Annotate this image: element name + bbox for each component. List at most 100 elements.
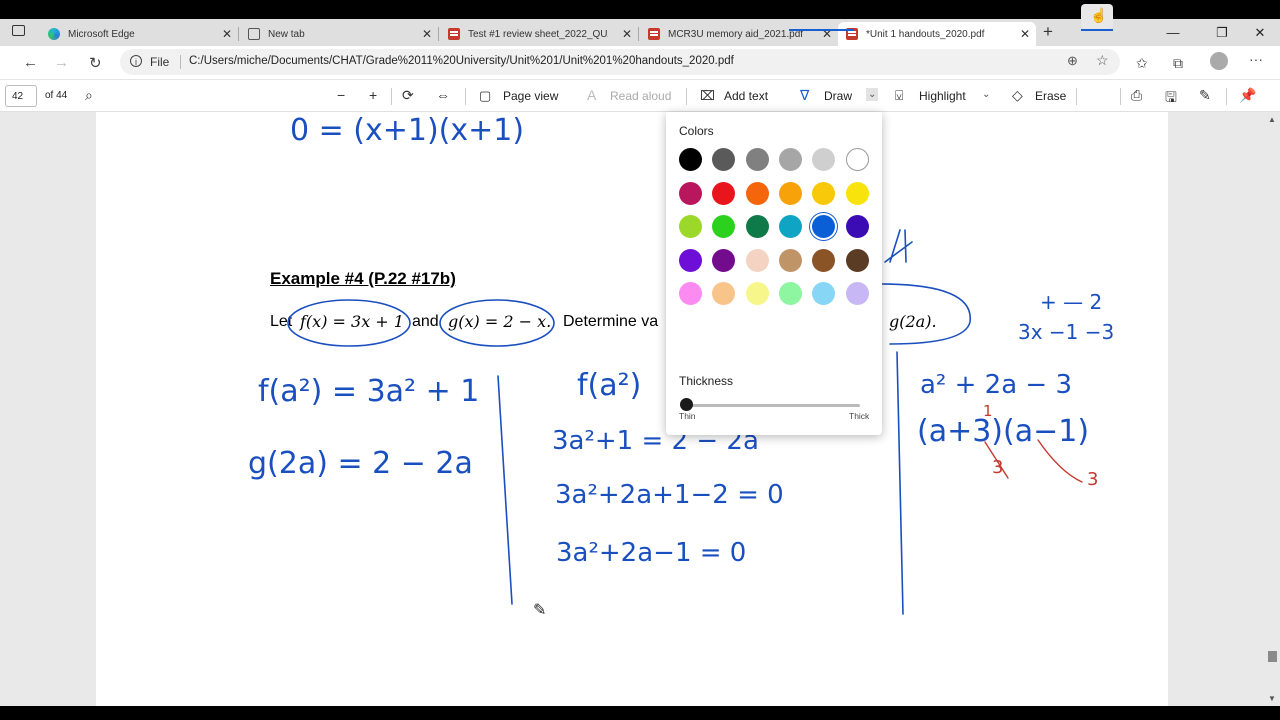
color-swatch[interactable] — [812, 181, 836, 205]
add-text-icon: ⌧ — [700, 88, 715, 103]
toolbar-divider — [1226, 88, 1227, 105]
scrollbar-thumb[interactable] — [1268, 651, 1277, 662]
back-arrow-icon[interactable]: ← — [23, 54, 38, 71]
tab-actions-icon[interactable] — [12, 25, 25, 36]
maximize-icon[interactable]: ❐ — [1202, 19, 1242, 46]
save-as-icon[interactable]: ✎ — [1199, 87, 1211, 104]
color-swatch[interactable] — [845, 248, 869, 272]
pin-toolbar-icon[interactable]: 📌 — [1239, 87, 1256, 104]
ink-layer — [287, 229, 1083, 615]
minimize-icon[interactable]: — — [1153, 19, 1193, 46]
avatar[interactable] — [1210, 52, 1228, 70]
new-tab-plus-icon[interactable]: + — [1043, 22, 1053, 42]
ink-red-3a: 3 — [992, 457, 1004, 478]
touch-writing-button[interactable]: ☝ — [1081, 4, 1113, 29]
color-swatch[interactable] — [778, 148, 802, 171]
touch-pen-icon: ☝ — [1090, 7, 1108, 23]
color-swatch[interactable] — [845, 181, 869, 205]
scheme-label: File — [150, 55, 170, 69]
tab-new-tab[interactable]: New tab ✕ — [240, 22, 439, 46]
color-swatch[interactable] — [778, 248, 802, 272]
more-menu-icon[interactable]: ··· — [1249, 51, 1263, 67]
pdf-viewer[interactable]: Example #4 (P.22 #17b) Let f(x) = 3x + 1… — [0, 112, 1280, 706]
page-view-button[interactable]: Page view — [503, 89, 558, 103]
scroll-up-arrow-icon[interactable]: ▲ — [1268, 115, 1276, 124]
color-swatch[interactable] — [845, 215, 869, 238]
rotate-icon[interactable]: ⟳ — [402, 87, 414, 104]
thickness-slider-handle[interactable] — [680, 398, 693, 411]
pdf-icon — [648, 28, 660, 40]
close-icon[interactable]: ✕ — [422, 27, 432, 41]
forward-arrow-icon[interactable]: → — [54, 54, 69, 71]
thickness-slider-track[interactable] — [686, 404, 860, 407]
color-swatch[interactable] — [745, 148, 769, 171]
color-swatch[interactable] — [712, 181, 736, 205]
scroll-down-arrow-icon[interactable]: ▼ — [1268, 694, 1276, 703]
pdf-icon — [448, 28, 460, 40]
color-swatch[interactable] — [679, 282, 702, 305]
color-swatch[interactable] — [745, 282, 769, 305]
highlight-options-chevron-icon[interactable]: ⌄ — [982, 89, 990, 100]
ink-g-2a: g(2a) = 2 − 2a — [248, 446, 473, 481]
page-number-input[interactable]: 42 — [5, 85, 37, 107]
tab-title: MCR3U memory aid_2021.pdf — [668, 28, 804, 40]
tab-microsoft-edge[interactable]: Microsoft Edge ✕ — [40, 22, 239, 46]
highlight-button[interactable]: Highlight — [919, 89, 966, 103]
color-swatch[interactable] — [679, 215, 702, 238]
ink-mid-line3: 3a²+2a+1−2 = 0 — [555, 480, 784, 510]
color-swatch[interactable] — [812, 248, 836, 272]
ink-f-a2: f(a²) = 3a² + 1 — [258, 374, 480, 409]
search-icon[interactable]: ⌕ — [85, 87, 93, 104]
color-swatch[interactable] — [679, 181, 702, 205]
color-swatch[interactable] — [845, 282, 869, 305]
color-swatch[interactable] — [845, 148, 869, 171]
color-swatch[interactable] — [778, 181, 802, 205]
color-swatch[interactable] — [712, 248, 736, 272]
close-icon[interactable]: ✕ — [1020, 27, 1030, 41]
toolbar-divider — [686, 88, 687, 105]
tab-test-review[interactable]: Test #1 review sheet_2022_QUAD ✕ — [440, 22, 639, 46]
ink-circle-f — [287, 299, 411, 347]
add-text-button[interactable]: Add text — [724, 89, 768, 103]
refresh-icon[interactable]: ↻ — [89, 54, 102, 72]
eraser-icon: ◇ — [1012, 87, 1023, 103]
color-swatch[interactable] — [745, 181, 769, 205]
tab-memory-aid[interactable]: MCR3U memory aid_2021.pdf ✕ — [640, 22, 838, 46]
ink-top-equation: 0 = (x+1)(x+1) — [290, 113, 525, 148]
zoom-in-icon[interactable]: + — [369, 87, 377, 103]
zoom-out-icon[interactable]: − — [337, 87, 345, 103]
info-icon[interactable]: i — [130, 55, 142, 67]
tab-title: *Unit 1 handouts_2020.pdf — [866, 28, 985, 40]
close-icon[interactable]: ✕ — [622, 27, 632, 41]
highlighter-icon: ⍌ — [895, 87, 904, 103]
address-bar[interactable]: i File C:/Users/miche/Documents/CHAT/Gra… — [120, 49, 1120, 75]
tab-unit1-handouts[interactable]: *Unit 1 handouts_2020.pdf ✕ — [838, 22, 1036, 46]
color-swatch[interactable] — [778, 282, 802, 305]
favorite-star-icon[interactable]: ☆ — [1096, 52, 1109, 69]
ink-red-1: 1 — [983, 402, 993, 420]
print-icon[interactable]: ⎙ — [1131, 87, 1142, 104]
zoom-icon[interactable]: ⊕ — [1067, 53, 1078, 69]
draw-options-chevron-icon[interactable]: ⌄ — [866, 88, 879, 101]
ink-scribble-top — [884, 229, 913, 263]
collections-icon[interactable]: ⧉ — [1173, 55, 1183, 72]
thick-label: Thick — [849, 411, 870, 421]
color-swatch[interactable] — [778, 215, 802, 238]
ink-divider-right — [896, 351, 904, 615]
favorites-icon[interactable]: ✩ — [1136, 55, 1148, 72]
url-text[interactable]: C:/Users/miche/Documents/CHAT/Grade%2011… — [189, 55, 734, 67]
color-swatch[interactable] — [745, 248, 769, 272]
read-aloud-button[interactable]: Read aloud — [610, 89, 671, 103]
toolbar-divider — [1076, 88, 1077, 105]
window-close-icon[interactable]: ✕ — [1240, 19, 1280, 46]
save-icon[interactable]: 🖫 — [1165, 87, 1177, 111]
close-icon[interactable]: ✕ — [222, 27, 232, 41]
color-swatch[interactable] — [679, 148, 702, 171]
color-swatch[interactable] — [679, 248, 702, 272]
fit-width-icon[interactable]: ⇔ — [436, 87, 450, 103]
erase-button[interactable]: Erase — [1035, 89, 1066, 103]
toolbar-divider — [465, 88, 466, 105]
toolbar-divider — [1120, 88, 1121, 105]
color-swatch[interactable] — [745, 215, 769, 238]
draw-button[interactable]: Draw — [824, 89, 852, 103]
